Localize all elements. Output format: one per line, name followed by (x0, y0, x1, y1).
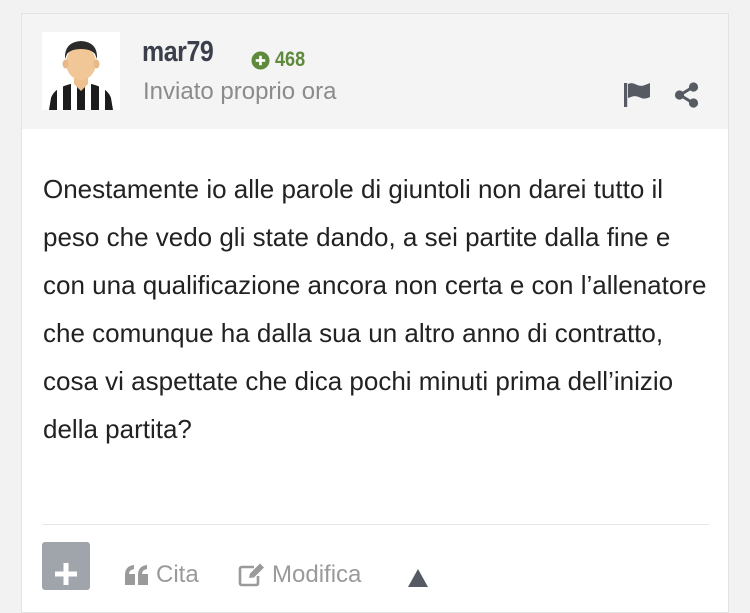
post-content: Onestamente io alle parole di giuntoli n… (43, 174, 707, 444)
multiquote-button[interactable] (42, 542, 90, 590)
flag-icon[interactable] (622, 82, 652, 108)
quote-icon (125, 565, 148, 585)
reputation-badge: 468 (251, 48, 310, 72)
edit-button[interactable]: Modifica (238, 561, 361, 589)
forum-post: mar79 468 Inviato proprio ora Onestament… (21, 13, 729, 613)
post-actions: Cita Modifica (42, 539, 722, 590)
quote-button[interactable]: Cita (124, 561, 199, 589)
plus-circle-icon (251, 50, 270, 70)
reputation-value: 468 (275, 48, 306, 71)
avatar[interactable] (42, 32, 120, 110)
plus-icon (55, 563, 77, 585)
post-timestamp[interactable]: Inviato proprio ora (143, 78, 336, 106)
juventus-player-avatar-icon (42, 32, 120, 110)
edit-icon (238, 563, 264, 587)
quote-label: Cita (156, 561, 199, 588)
edit-label: Modifica (272, 561, 362, 588)
triangle-up-icon[interactable] (407, 568, 429, 588)
divider (42, 524, 709, 525)
username[interactable]: mar79 (142, 36, 214, 69)
share-icon[interactable] (673, 81, 701, 109)
post-header: mar79 468 Inviato proprio ora (22, 14, 728, 129)
